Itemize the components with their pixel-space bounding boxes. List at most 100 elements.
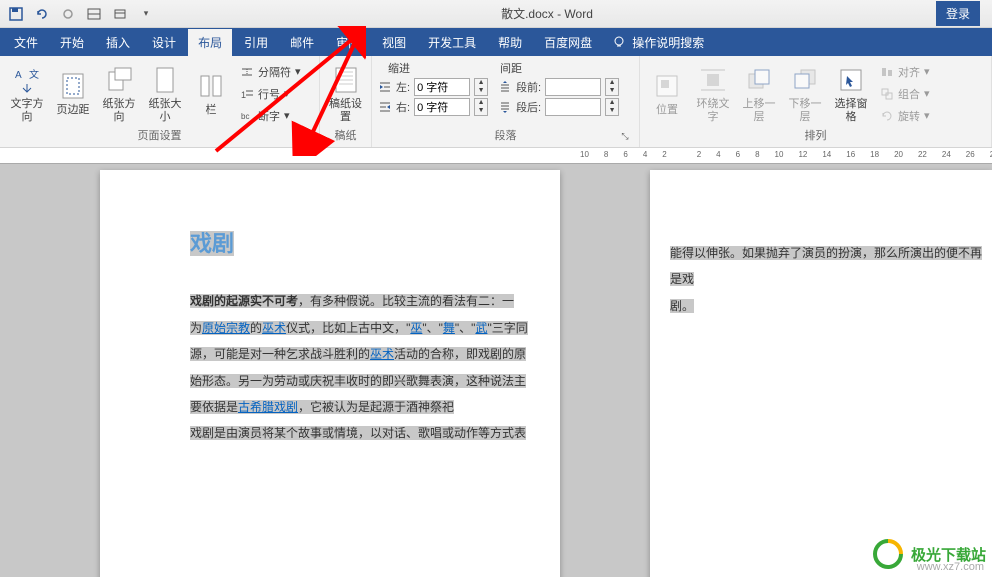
group-arrange: 位置 环绕文字 上移一层 下移一层 选择窗格 对齐 ▾ 组合 ▾ 旋转 ▾: [640, 56, 992, 147]
indent-left-label: 左:: [396, 79, 410, 95]
margins-button[interactable]: 页边距: [52, 60, 94, 127]
manuscript-label: 稿纸: [326, 127, 365, 143]
customize-qat-icon[interactable]: ▾: [134, 2, 158, 26]
link-greek-drama[interactable]: 古希腊戏剧: [238, 400, 298, 414]
tab-mailings[interactable]: 邮件: [280, 29, 324, 56]
space-before-label: 段前:: [516, 79, 541, 95]
position-icon: [651, 70, 683, 102]
svg-text:A: A: [15, 70, 22, 81]
breaks-icon: [240, 65, 254, 79]
space-after-input[interactable]: [545, 98, 601, 116]
margins-icon: [57, 70, 89, 102]
space-after-label: 段后:: [516, 99, 541, 115]
position-button: 位置: [646, 60, 688, 127]
group-icon: [880, 87, 894, 101]
spacing-header: 间距: [500, 60, 522, 76]
space-after-icon: [498, 100, 512, 114]
size-button[interactable]: 纸张大小: [144, 60, 186, 127]
bulb-icon: [612, 35, 626, 49]
undo-icon[interactable]: [30, 2, 54, 26]
line-numbers-icon: 1: [240, 87, 254, 101]
tab-insert[interactable]: 插入: [96, 29, 140, 56]
space-before-icon: [498, 80, 512, 94]
bring-forward-button: 上移一层: [738, 60, 780, 127]
horizontal-ruler[interactable]: 10864224681012141618202224262830323436: [0, 148, 992, 164]
align-button: 对齐 ▾: [876, 62, 934, 82]
send-backward-button: 下移一层: [784, 60, 826, 127]
document-area: 10864224681012141618202224262830323436 戏…: [0, 148, 992, 577]
manuscript-settings-button[interactable]: 稿纸设置: [326, 60, 365, 127]
indent-left-icon: [378, 80, 392, 94]
orientation-button[interactable]: 纸张方向: [98, 60, 140, 127]
align-icon: [880, 65, 894, 79]
hyphenation-button[interactable]: bc断字 ▾: [236, 106, 305, 126]
line-numbers-button[interactable]: 1行号 ▾: [236, 84, 305, 104]
space-before-spinner[interactable]: ▲▼: [605, 78, 619, 96]
indent-right-spinner[interactable]: ▲▼: [474, 98, 488, 116]
ribbon-display-icon[interactable]: [108, 2, 132, 26]
link-wu2[interactable]: 舞: [443, 321, 455, 335]
page-setup-label: 页面设置: [138, 130, 182, 142]
rotate-button: 旋转 ▾: [876, 106, 934, 126]
link-witchcraft2[interactable]: 巫术: [370, 347, 394, 361]
text-direction-button[interactable]: A文 文字方向: [6, 60, 48, 127]
group-button: 组合 ▾: [876, 84, 934, 104]
bring-forward-icon: [743, 64, 775, 96]
tab-design[interactable]: 设计: [142, 29, 186, 56]
svg-text:文: 文: [29, 68, 39, 81]
indent-right-input[interactable]: [414, 98, 470, 116]
tab-baidu[interactable]: 百度网盘: [534, 29, 602, 56]
selection-pane-icon: [835, 64, 867, 96]
space-after-spinner[interactable]: ▲▼: [605, 98, 619, 116]
tab-file[interactable]: 文件: [4, 29, 48, 56]
tab-references[interactable]: 引用: [234, 29, 278, 56]
link-wu1[interactable]: 巫: [410, 321, 422, 335]
size-icon: [149, 64, 181, 96]
tell-me-search[interactable]: 操作说明搜索: [604, 34, 712, 51]
tab-devtools[interactable]: 开发工具: [418, 29, 486, 56]
indent-left-spinner[interactable]: ▲▼: [474, 78, 488, 96]
window-title: 散文.docx - Word: [158, 5, 936, 22]
tab-home[interactable]: 开始: [50, 29, 94, 56]
link-wu3[interactable]: 武: [475, 321, 487, 335]
indent-right-label: 右:: [396, 99, 410, 115]
watermark-url: www.xz7.com: [917, 561, 984, 573]
link-witchcraft1[interactable]: 巫术: [262, 321, 286, 335]
page-setup-launcher[interactable]: ⤡: [299, 131, 311, 143]
tab-help[interactable]: 帮助: [488, 29, 532, 56]
wrap-text-button: 环绕文字: [692, 60, 734, 127]
group-page-setup: A文 文字方向 页边距 纸张方向 纸张大小 栏 分隔符 ▾ 1行号 ▾: [0, 56, 320, 147]
svg-text:1: 1: [241, 90, 246, 100]
group-paragraph: 缩进 间距 左: ▲▼ 段前: ▲▼ 右: ▲▼ 段后:: [372, 56, 640, 147]
save-icon[interactable]: [4, 2, 28, 26]
space-before-input[interactable]: [545, 78, 601, 96]
orientation-icon: [103, 64, 135, 96]
wrap-icon: [697, 64, 729, 96]
document-page-1[interactable]: 戏剧 戏剧的起源实不可考，有多种假说。比较主流的看法有二：一 为原始宗教的巫术仪…: [100, 170, 560, 577]
login-button[interactable]: 登录: [936, 1, 980, 26]
columns-button[interactable]: 栏: [190, 60, 232, 127]
title-bar: ▾ 散文.docx - Word 登录: [0, 0, 992, 28]
doc-heading: 戏剧: [190, 231, 234, 256]
tab-view[interactable]: 视图: [372, 29, 416, 56]
ribbon: A文 文字方向 页边距 纸张方向 纸张大小 栏 分隔符 ▾ 1行号 ▾: [0, 56, 992, 148]
tab-layout[interactable]: 布局: [188, 29, 232, 56]
redo-icon[interactable]: [56, 2, 80, 26]
document-page-2[interactable]: 能得以伸张。如果抛弃了演员的扮演，那么所演出的便不再是戏 剧。: [650, 170, 992, 577]
manuscript-icon: [330, 64, 362, 96]
breaks-button[interactable]: 分隔符 ▾: [236, 62, 305, 82]
group-manuscript: 稿纸设置 稿纸: [320, 56, 372, 147]
watermark-logo-icon: [871, 537, 905, 571]
arrange-label: 排列: [646, 127, 985, 143]
link-religion[interactable]: 原始宗教: [202, 321, 250, 335]
indent-left-input[interactable]: [414, 78, 470, 96]
svg-text:bc: bc: [241, 112, 249, 121]
watermark: 极光下载站 www.xz7.com: [871, 537, 986, 571]
indent-right-icon: [378, 100, 392, 114]
rotate-icon: [880, 109, 894, 123]
tab-review[interactable]: 审阅: [326, 29, 370, 56]
paragraph-launcher[interactable]: ⤡: [619, 131, 631, 143]
text-direction-icon: A文: [11, 64, 43, 96]
touch-mode-icon[interactable]: [82, 2, 106, 26]
selection-pane-button[interactable]: 选择窗格: [830, 60, 872, 127]
